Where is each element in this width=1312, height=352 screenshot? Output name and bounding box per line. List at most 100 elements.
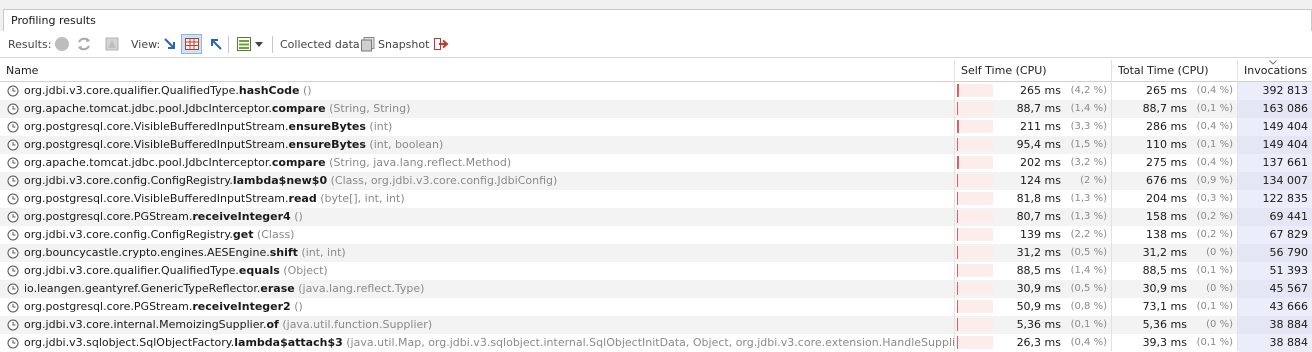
total-time-cell: 676 ms (0,9 %) [1112, 172, 1237, 190]
self-time-cell: 124 ms (2 %) [955, 172, 1111, 190]
table-row[interactable]: org.jdbi.v3.core.config.ConfigRegistry.l… [0, 172, 1312, 190]
self-time-bar [957, 102, 958, 115]
invocations-cell: 149 404 [1238, 118, 1312, 136]
method-signature: io.leangen.geantyref.GenericTypeReflecto… [24, 280, 424, 298]
table-row[interactable]: org.postgresql.core.VisibleBufferedInput… [0, 118, 1312, 136]
method-args: (int, int) [297, 246, 346, 259]
method-signature: org.postgresql.core.VisibleBufferedInput… [24, 190, 405, 208]
self-time-cell: 88,5 ms (1,4 %) [955, 262, 1111, 280]
total-time-percent: (0 %) [1206, 247, 1233, 258]
table-row[interactable]: org.jdbi.v3.core.qualifier.QualifiedType… [0, 82, 1312, 100]
self-time-bar-track [957, 102, 993, 115]
self-time-percent: (0,5 %) [1070, 247, 1107, 258]
table-row[interactable]: org.bouncycastle.crypto.engines.AESEngin… [0, 244, 1312, 262]
invocations-cell: 69 441 [1238, 208, 1312, 226]
back-traces-icon[interactable] [208, 36, 224, 52]
clock-icon [7, 301, 19, 313]
table-row[interactable]: org.jdbi.v3.sqlobject.SqlObjectFactory.l… [0, 334, 1312, 352]
total-time-value: 158 ms [1146, 210, 1187, 223]
total-time-percent: (0,4 %) [1196, 157, 1233, 168]
total-time-value: 275 ms [1146, 156, 1187, 169]
table-row[interactable]: org.jdbi.v3.core.qualifier.QualifiedType… [0, 262, 1312, 280]
method-args: (java.util.function.Supplier) [278, 318, 433, 331]
self-time-bar [957, 282, 958, 295]
total-time-cell: 204 ms (0,3 %) [1112, 190, 1237, 208]
total-time-cell: 30,9 ms (0 %) [1112, 280, 1237, 298]
class-name: org.jdbi.v3.sqlobject.SqlObjectFactory. [24, 336, 235, 349]
invocations-cell: 51 393 [1238, 262, 1312, 280]
total-time-value: 110 ms [1146, 138, 1187, 151]
self-time-bar-track [957, 210, 993, 223]
class-name: org.jdbi.v3.core.config.ConfigRegistry. [24, 228, 233, 241]
table-row[interactable]: org.postgresql.core.VisibleBufferedInput… [0, 190, 1312, 208]
self-time-percent: (1,5 %) [1070, 139, 1107, 150]
self-time-cell: 26,3 ms (0,4 %) [955, 334, 1111, 352]
method-name-cell: org.bouncycastle.crypto.engines.AESEngin… [0, 244, 954, 262]
total-time-cell: 31,2 ms (0 %) [1112, 244, 1237, 262]
self-time-cell: 95,4 ms (1,5 %) [955, 136, 1111, 154]
invocations-value: 38 884 [1269, 318, 1309, 331]
total-time-cell: 88,5 ms (0,1 %) [1112, 262, 1237, 280]
method-name: hashCode [238, 84, 300, 97]
column-header-self-time[interactable]: Self Time (CPU) [955, 60, 1112, 81]
results-table: Name Self Time (CPU) Total Time (CPU) In… [0, 60, 1312, 352]
table-row[interactable]: org.apache.tomcat.jdbc.pool.JdbcIntercep… [0, 100, 1312, 118]
total-time-cell: 39,3 ms (0,1 %) [1112, 334, 1237, 352]
self-time-cell: 31,2 ms (0,5 %) [955, 244, 1111, 262]
self-time-cell: 30,9 ms (0,5 %) [955, 280, 1111, 298]
chevron-down-icon[interactable] [255, 42, 263, 48]
column-header-name[interactable]: Name [0, 60, 955, 81]
call-tree-icon[interactable] [162, 36, 178, 52]
method-name-cell: org.apache.tomcat.jdbc.pool.JdbcIntercep… [0, 154, 954, 172]
self-time-percent: (3,2 %) [1070, 157, 1107, 168]
invocations-value: 134 007 [1262, 174, 1309, 187]
total-time-percent: (0 %) [1206, 319, 1233, 330]
total-time-value: 265 ms [1146, 84, 1187, 97]
snapshot-button[interactable]: Snapshot [358, 34, 429, 54]
self-time-bar-track [957, 246, 993, 259]
refresh-icon[interactable] [76, 36, 92, 52]
self-time-percent: (4,2 %) [1070, 85, 1107, 96]
total-time-value: 39,3 ms [1142, 336, 1187, 349]
tab-profiling-results[interactable]: Profiling results [3, 9, 1312, 31]
table-row[interactable]: org.postgresql.core.PGStream.receiveInte… [0, 298, 1312, 316]
method-name-cell: org.postgresql.core.VisibleBufferedInput… [0, 118, 954, 136]
total-time-percent: (0,1 %) [1196, 265, 1233, 276]
total-time-value: 30,9 ms [1142, 282, 1187, 295]
reset-icon[interactable] [104, 36, 120, 52]
clock-icon [7, 193, 19, 205]
total-time-percent: (0,4 %) [1196, 121, 1233, 132]
class-name: org.jdbi.v3.core.config.ConfigRegistry. [24, 174, 233, 187]
self-time-percent: (0,1 %) [1070, 319, 1107, 330]
view-label: View: [131, 38, 161, 51]
column-header-total-time[interactable]: Total Time (CPU) [1112, 60, 1238, 81]
total-time-value: 204 ms [1146, 192, 1187, 205]
table-row[interactable]: org.postgresql.core.VisibleBufferedInput… [0, 136, 1312, 154]
table-row[interactable]: org.jdbi.v3.core.config.ConfigRegistry.g… [0, 226, 1312, 244]
columns-icon[interactable] [236, 36, 252, 52]
total-time-percent: (0,1 %) [1196, 139, 1233, 150]
hotspots-view-button[interactable] [181, 34, 202, 54]
table-row[interactable]: org.apache.tomcat.jdbc.pool.JdbcIntercep… [0, 154, 1312, 172]
stop-icon[interactable] [54, 36, 70, 52]
table-row[interactable]: org.postgresql.core.PGStream.receiveInte… [0, 208, 1312, 226]
export-icon[interactable] [433, 36, 449, 52]
method-signature: org.jdbi.v3.core.config.ConfigRegistry.l… [24, 172, 557, 190]
self-time-percent: (2 %) [1080, 175, 1107, 186]
method-args: (int, boolean) [365, 138, 444, 151]
invocations-value: 149 404 [1262, 138, 1309, 151]
invocations-cell: 67 829 [1238, 226, 1312, 244]
self-time-bar-track [957, 192, 993, 205]
table-icon [185, 38, 199, 50]
invocations-value: 56 790 [1269, 246, 1309, 259]
self-time-bar-track [957, 318, 993, 331]
table-row[interactable]: org.jdbi.v3.core.internal.MemoizingSuppl… [0, 316, 1312, 334]
total-time-cell: 73,1 ms (0,1 %) [1112, 298, 1237, 316]
invocations-cell: 392 813 [1238, 82, 1312, 100]
method-name-cell: org.jdbi.v3.core.qualifier.QualifiedType… [0, 82, 954, 100]
total-time-value: 138 ms [1146, 228, 1187, 241]
method-name: compare [271, 156, 326, 169]
clock-icon [7, 337, 19, 349]
table-row[interactable]: io.leangen.geantyref.GenericTypeReflecto… [0, 280, 1312, 298]
self-time-percent: (1,4 %) [1070, 103, 1107, 114]
